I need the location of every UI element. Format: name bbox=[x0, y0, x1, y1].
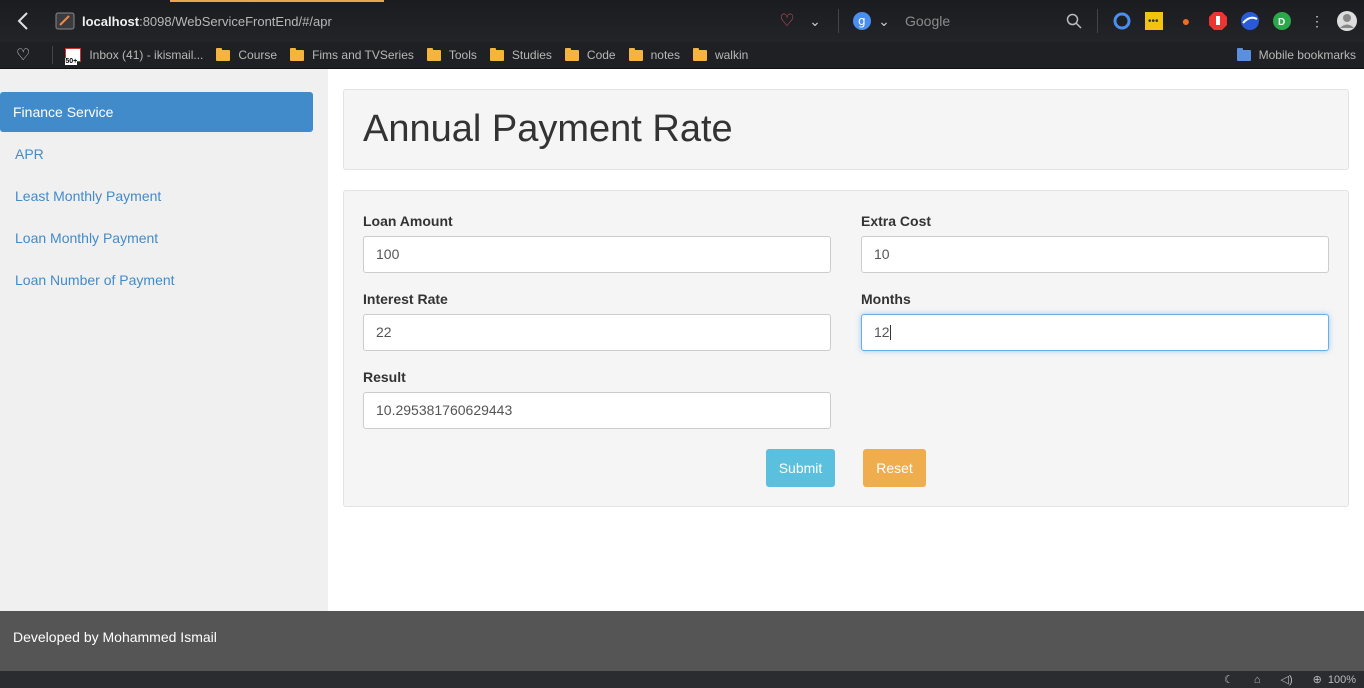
footer: Developed by Mohammed Ismail bbox=[0, 611, 1364, 671]
sidebar: Finance Service APR Least Monthly Paymen… bbox=[0, 69, 328, 611]
adblock-icon[interactable] bbox=[1207, 10, 1229, 32]
bookmark-inbox[interactable]: Inbox (41) - ikismail... bbox=[65, 48, 204, 65]
apr-form: Loan Amount 100 Extra Cost 10 Interest R… bbox=[343, 190, 1349, 507]
search-box[interactable]: Google bbox=[895, 0, 1085, 42]
vpn-extension-icon[interactable] bbox=[1239, 10, 1261, 32]
page-load-progress bbox=[170, 0, 384, 2]
interest-rate-input[interactable]: 22 bbox=[363, 314, 831, 351]
folder-icon bbox=[216, 47, 231, 61]
flame-extension-icon[interactable]: ● bbox=[1175, 10, 1197, 32]
chevron-down-icon[interactable]: ⌄ bbox=[873, 10, 895, 32]
folder-icon bbox=[426, 47, 441, 61]
folder-icon bbox=[489, 47, 504, 61]
bookmark-films[interactable]: Fims and TVSeries bbox=[290, 47, 414, 62]
back-icon[interactable] bbox=[0, 0, 46, 42]
interest-rate-label: Interest Rate bbox=[363, 291, 448, 307]
url-host: localhost bbox=[82, 13, 140, 29]
page-title: Annual Payment Rate bbox=[363, 108, 733, 150]
search-icon[interactable] bbox=[1063, 10, 1085, 32]
sidebar-item-finance-service[interactable]: Finance Service bbox=[0, 92, 313, 132]
google-icon[interactable]: g bbox=[851, 10, 873, 32]
moon-icon[interactable]: ☾ bbox=[1224, 673, 1234, 686]
browser-toolbar: localhost:8098/WebServiceFrontEnd/#/apr … bbox=[0, 0, 1364, 42]
months-value: 12 bbox=[874, 324, 890, 340]
extra-cost-label: Extra Cost bbox=[861, 213, 932, 229]
bookmark-label: Mobile bookmarks bbox=[1258, 48, 1356, 62]
folder-icon bbox=[1236, 47, 1251, 61]
bookmark-label: Course bbox=[238, 48, 278, 62]
months-input[interactable]: 12 bbox=[861, 314, 1329, 351]
loan-amount-label: Loan Amount bbox=[363, 213, 453, 229]
mobile-bookmarks[interactable]: Mobile bookmarks bbox=[1236, 47, 1356, 62]
bookmark-label: Tools bbox=[448, 48, 477, 62]
title-panel: Annual Payment Rate bbox=[343, 89, 1349, 170]
browser-status-bar: ☾ ⌂ ◁) ⊕ 100% bbox=[0, 671, 1364, 688]
folder-icon bbox=[290, 47, 305, 61]
sync-icon[interactable] bbox=[1111, 10, 1133, 32]
sidebar-item-loan-number-of-payment[interactable]: Loan Number of Payment bbox=[15, 272, 175, 288]
bookmark-course[interactable]: Course bbox=[216, 47, 278, 62]
sidebar-item-apr[interactable]: APR bbox=[15, 146, 44, 162]
bookmark-tools[interactable]: Tools bbox=[426, 47, 477, 62]
chevron-down-icon[interactable]: ⌄ bbox=[804, 10, 826, 32]
submit-button[interactable]: Submit bbox=[766, 449, 835, 487]
speaker-icon[interactable]: ◁) bbox=[1281, 673, 1293, 686]
loan-amount-input[interactable]: 100 bbox=[363, 236, 831, 273]
gmail-icon bbox=[65, 48, 82, 65]
bookmark-label: Studies bbox=[511, 48, 552, 62]
folder-icon bbox=[564, 47, 579, 61]
footer-credit: Developed by Mohammed Ismail bbox=[13, 629, 217, 645]
zoom-icon[interactable]: ⊕ bbox=[1313, 673, 1322, 686]
url-path: :8098/WebServiceFrontEnd/#/apr bbox=[139, 13, 332, 29]
text-caret bbox=[889, 325, 891, 340]
bookmark-notes[interactable]: notes bbox=[628, 47, 680, 62]
reset-button[interactable]: Reset bbox=[863, 449, 926, 487]
dashlane-extension-icon[interactable]: D bbox=[1271, 10, 1293, 32]
cookie-icon[interactable]: ⌂ bbox=[1254, 674, 1261, 686]
extra-cost-input[interactable]: 10 bbox=[861, 236, 1329, 273]
folder-icon bbox=[692, 47, 707, 61]
bookmark-label: Code bbox=[586, 48, 616, 62]
site-info-icon[interactable] bbox=[54, 11, 76, 31]
result-output[interactable]: 10.295381760629443 bbox=[363, 392, 831, 429]
bookmark-label: Fims and TVSeries bbox=[312, 48, 414, 62]
bookmark-label: walkin bbox=[714, 48, 749, 62]
result-label: Result bbox=[363, 369, 406, 385]
search-input[interactable]: Google bbox=[905, 13, 1010, 29]
svg-text:D: D bbox=[1278, 17, 1285, 28]
bookmark-studies[interactable]: Studies bbox=[489, 47, 552, 62]
bookmark-label: Inbox (41) - ikismail... bbox=[89, 48, 204, 62]
bookmarks-heart-icon[interactable]: ♡ bbox=[16, 45, 30, 65]
notes-extension-icon[interactable]: ••• bbox=[1143, 10, 1165, 32]
heart-icon[interactable]: ♡ bbox=[776, 10, 798, 32]
bookmark-label: notes bbox=[650, 48, 680, 62]
bookmark-walkin[interactable]: walkin bbox=[692, 47, 749, 62]
svg-text:•••: ••• bbox=[1148, 16, 1159, 27]
svg-text:g: g bbox=[858, 14, 866, 28]
bookmark-code[interactable]: Code bbox=[564, 47, 616, 62]
avatar[interactable] bbox=[1336, 10, 1358, 32]
bookmarks-bar: ♡ Inbox (41) - ikismail... Course Fims a… bbox=[0, 42, 1364, 69]
sidebar-item-loan-monthly-payment[interactable]: Loan Monthly Payment bbox=[15, 230, 158, 246]
months-label: Months bbox=[861, 291, 911, 307]
menu-icon[interactable]: ⋮ bbox=[1306, 10, 1328, 32]
folder-icon bbox=[628, 47, 643, 61]
zoom-level[interactable]: 100% bbox=[1328, 674, 1356, 686]
address-bar[interactable]: localhost:8098/WebServiceFrontEnd/#/apr bbox=[82, 14, 332, 29]
sidebar-item-least-monthly-payment[interactable]: Least Monthly Payment bbox=[15, 188, 161, 204]
